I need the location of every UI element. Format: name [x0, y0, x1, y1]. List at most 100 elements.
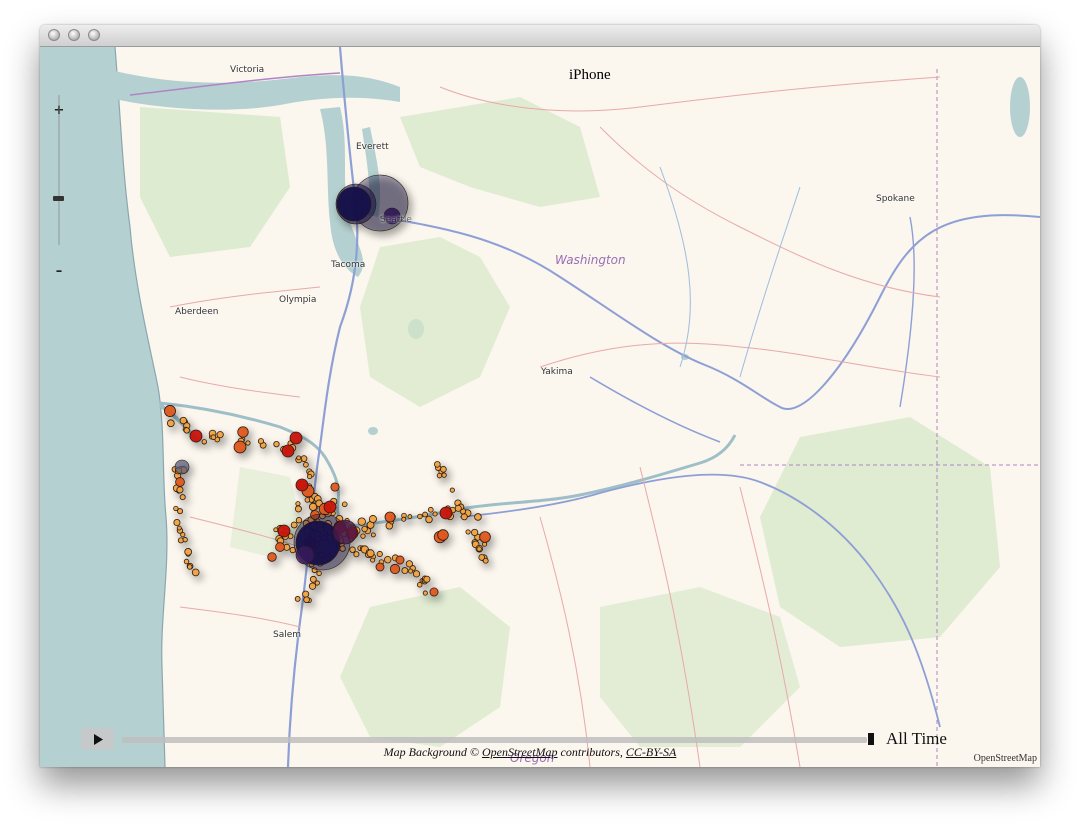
- location-point-small: [294, 596, 301, 602]
- location-point-small: [427, 506, 434, 513]
- place-label-salem: Salem: [273, 630, 302, 640]
- location-point-medium: [330, 482, 340, 492]
- location-point-small: [173, 519, 181, 527]
- map-attribution: Map Background © OpenStreetMap contribut…: [40, 745, 1020, 760]
- location-point-small: [304, 497, 311, 503]
- location-point-small: [357, 517, 366, 526]
- location-point-small: [370, 557, 376, 563]
- minimize-window-button[interactable]: [68, 29, 80, 41]
- location-point-small: [308, 502, 318, 511]
- location-point-small: [376, 550, 383, 558]
- place-label-olympia: Olympia: [279, 295, 317, 305]
- location-point-small: [454, 504, 462, 512]
- location-point-small: [423, 575, 431, 583]
- zoom-slider-track[interactable]: [58, 95, 60, 245]
- location-point-small: [476, 546, 482, 552]
- location-point-small: [436, 473, 443, 479]
- place-label-everett: Everett: [356, 142, 389, 152]
- location-point-small: [405, 560, 413, 568]
- openstreetmap-link[interactable]: OpenStreetMap: [482, 745, 558, 759]
- location-point-medium: [275, 542, 285, 552]
- cluster-marker: [174, 459, 190, 475]
- attribution-prefix: Map Background ©: [383, 745, 479, 759]
- location-point-medium: [237, 426, 249, 438]
- location-point-small: [366, 549, 375, 558]
- location-point-small: [201, 439, 207, 445]
- location-point-small: [349, 546, 356, 553]
- location-point-small: [417, 513, 423, 520]
- location-point-small: [471, 528, 479, 537]
- location-point-small: [183, 427, 190, 434]
- location-point-small: [191, 568, 200, 577]
- location-point-small: [303, 596, 310, 604]
- location-point-small: [422, 511, 428, 518]
- location-point-small: [176, 525, 182, 531]
- location-point-small: [422, 590, 428, 596]
- title-bar: [40, 25, 1040, 47]
- place-label-tacoma: Tacoma: [331, 260, 366, 270]
- place-label-spokane: Spokane: [876, 194, 915, 204]
- location-point-large: [189, 429, 203, 443]
- location-point-small: [303, 461, 309, 468]
- location-point-small: [290, 521, 298, 529]
- map-view[interactable]: Victoria Everett Seattle Tacoma Olympia …: [40, 47, 1040, 767]
- location-point-small: [360, 533, 366, 539]
- location-point-small: [294, 505, 302, 513]
- location-point-medium: [267, 552, 277, 562]
- location-point-large: [323, 500, 337, 514]
- location-point-large: [281, 444, 295, 458]
- location-point-medium: [233, 440, 247, 454]
- location-point-small: [187, 564, 193, 570]
- play-icon: [93, 733, 103, 745]
- location-point-small: [408, 568, 414, 574]
- location-point-small: [314, 580, 320, 586]
- location-point-small: [316, 570, 322, 576]
- place-label-seattle: Seattle: [380, 215, 412, 225]
- location-point-small: [460, 513, 468, 521]
- location-point-medium: [395, 555, 405, 565]
- osm-corner-label: OpenStreetMap: [973, 753, 1037, 764]
- location-point-medium: [175, 477, 185, 487]
- cluster-marker: [332, 519, 358, 545]
- app-window: Victoria Everett Seattle Tacoma Olympia …: [40, 25, 1040, 767]
- zoom-slider-handle[interactable]: [53, 196, 64, 201]
- location-point-large: [277, 524, 291, 538]
- location-point-small: [482, 557, 489, 564]
- location-point-large: [295, 478, 309, 492]
- location-point-small: [401, 516, 407, 522]
- location-point-small: [407, 514, 413, 519]
- location-point-medium: [384, 511, 396, 523]
- location-point-small: [425, 515, 433, 524]
- timeline-slider-handle[interactable]: [868, 733, 874, 745]
- location-point-medium: [437, 529, 449, 541]
- location-point-small: [273, 440, 280, 448]
- location-point-small: [341, 501, 348, 508]
- zoom-out-button[interactable]: –: [53, 265, 65, 278]
- location-point-medium: [479, 531, 491, 543]
- place-label-yakima: Yakima: [541, 367, 573, 377]
- close-window-button[interactable]: [48, 29, 60, 41]
- cluster-marker: [295, 545, 315, 565]
- location-point-small: [361, 525, 368, 533]
- location-point-small: [183, 558, 190, 565]
- zoom-window-button[interactable]: [88, 29, 100, 41]
- location-point-small: [384, 555, 392, 564]
- location-point-small: [273, 527, 279, 533]
- state-label-washington: Washington: [555, 253, 626, 267]
- location-point-large: [289, 431, 303, 445]
- timeline-slider-track[interactable]: [122, 737, 867, 743]
- location-point-small: [412, 570, 421, 578]
- location-point-medium: [389, 563, 401, 575]
- location-point-small: [176, 486, 184, 494]
- location-point-small: [401, 567, 409, 575]
- license-link[interactable]: CC-BY-SA: [626, 745, 676, 759]
- location-point-small: [465, 529, 471, 535]
- location-point-small: [370, 532, 376, 538]
- location-point-small: [296, 455, 302, 461]
- location-layer: [164, 174, 495, 608]
- location-point-small: [432, 511, 438, 517]
- place-label-victoria: Victoria: [230, 65, 265, 75]
- location-point-small: [416, 582, 423, 588]
- location-point-small: [449, 487, 455, 493]
- location-point-small: [368, 515, 377, 524]
